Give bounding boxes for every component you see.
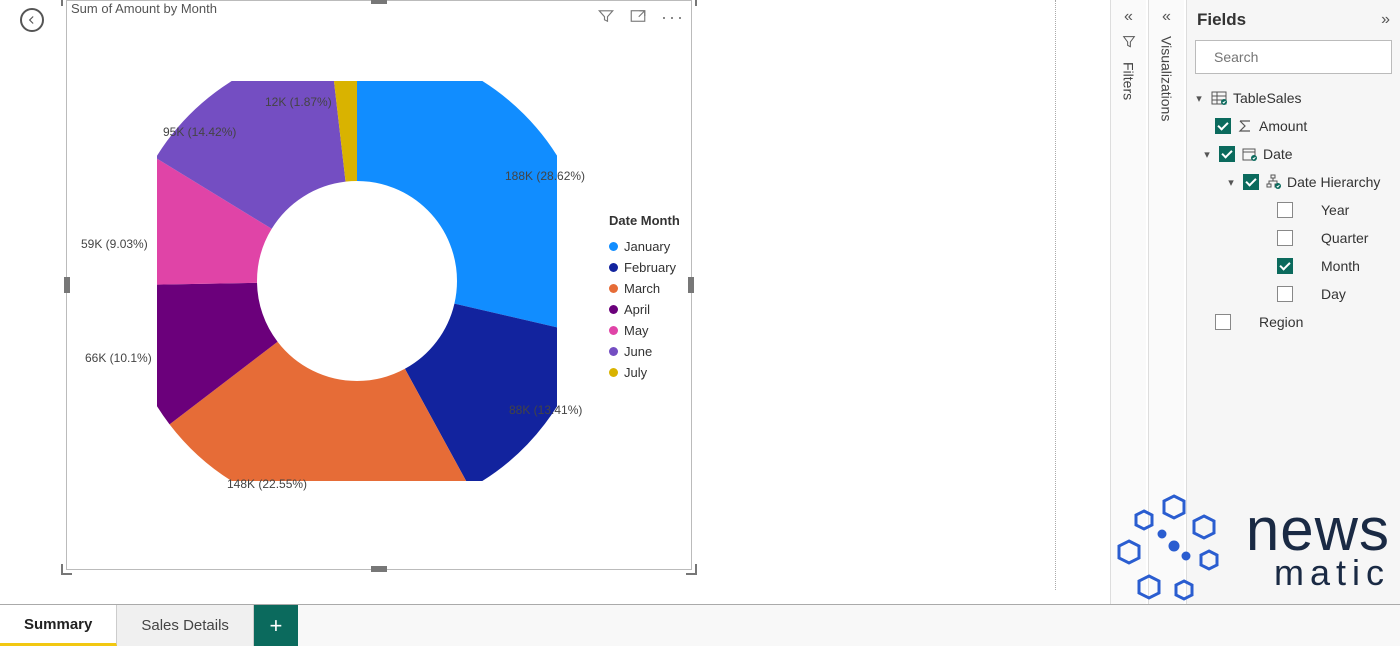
slice-label: 188K (28.62%) bbox=[505, 169, 585, 183]
slice-label: 59K (9.03%) bbox=[81, 237, 148, 251]
legend-item[interactable]: February bbox=[609, 257, 680, 278]
fields-search[interactable] bbox=[1195, 40, 1392, 74]
donut-chart[interactable] bbox=[157, 81, 557, 481]
slice-label: 95K (14.42%) bbox=[163, 125, 236, 139]
caret-down-icon[interactable]: ▾ bbox=[1225, 176, 1237, 189]
fields-tree: ▾ TableSales Amount ▾ Date ▾ Date Hierar… bbox=[1187, 84, 1400, 336]
slice-label: 66K (10.1%) bbox=[85, 351, 152, 365]
visual-toolbar: ··· bbox=[597, 7, 685, 30]
checkbox[interactable] bbox=[1277, 258, 1293, 274]
tree-field-date[interactable]: ▾ Date bbox=[1193, 140, 1400, 168]
filter-icon bbox=[1121, 34, 1137, 50]
fields-title: Fields bbox=[1197, 10, 1246, 30]
chevron-right-icon[interactable]: » bbox=[1381, 11, 1390, 29]
tree-label: Date bbox=[1263, 146, 1293, 162]
filters-label: Filters bbox=[1121, 62, 1137, 100]
tree-label: Amount bbox=[1259, 118, 1307, 134]
checkbox[interactable] bbox=[1277, 202, 1293, 218]
tree-hier-year[interactable]: Year bbox=[1193, 196, 1400, 224]
visual-title: Sum of Amount by Month bbox=[71, 1, 217, 16]
legend-label: July bbox=[624, 365, 647, 380]
slice-label: 12K (1.87%) bbox=[265, 95, 332, 109]
filter-icon[interactable] bbox=[597, 7, 615, 30]
legend-swatch bbox=[609, 305, 618, 314]
legend-swatch bbox=[609, 368, 618, 377]
legend-swatch bbox=[609, 263, 618, 272]
sigma-icon bbox=[1237, 118, 1253, 134]
tree-label: Region bbox=[1259, 314, 1303, 330]
tree-label: Quarter bbox=[1321, 230, 1368, 246]
legend-swatch bbox=[609, 326, 618, 335]
tree-label: Date Hierarchy bbox=[1287, 174, 1380, 190]
chart-legend: Date Month January February March April May J… bbox=[609, 213, 680, 383]
slice-label: 148K (22.55%) bbox=[227, 477, 307, 491]
legend-swatch bbox=[609, 284, 618, 293]
hierarchy-icon bbox=[1265, 174, 1281, 190]
legend-item[interactable]: April bbox=[609, 299, 680, 320]
tree-label: Year bbox=[1321, 202, 1349, 218]
chevron-left-icon[interactable]: « bbox=[1149, 8, 1184, 26]
fields-pane[interactable]: Fields » ▾ TableSales Amount ▾ Date ▾ Da… bbox=[1186, 0, 1400, 604]
tree-hier-month[interactable]: Month bbox=[1193, 252, 1400, 280]
tree-label: TableSales bbox=[1233, 90, 1302, 106]
checkbox[interactable] bbox=[1277, 286, 1293, 302]
slice-label: 88K (13.41%) bbox=[509, 403, 582, 417]
legend-item[interactable]: July bbox=[609, 362, 680, 383]
tree-date-hierarchy[interactable]: ▾ Date Hierarchy bbox=[1193, 168, 1400, 196]
checkbox[interactable] bbox=[1215, 118, 1231, 134]
more-options-icon[interactable]: ··· bbox=[661, 10, 685, 28]
legend-item[interactable]: March bbox=[609, 278, 680, 299]
report-canvas[interactable]: Sum of Amount by Month ··· 188K (28.62%)… bbox=[0, 0, 1060, 596]
legend-item[interactable]: June bbox=[609, 341, 680, 362]
legend-label: May bbox=[624, 323, 649, 338]
visualizations-pane-collapsed[interactable]: « Visualizations bbox=[1148, 0, 1184, 604]
donut-visual-frame[interactable]: Sum of Amount by Month ··· 188K (28.62%)… bbox=[66, 0, 692, 570]
checkbox[interactable] bbox=[1215, 314, 1231, 330]
tree-label: Month bbox=[1321, 258, 1360, 274]
legend-label: January bbox=[624, 239, 670, 254]
tree-hier-day[interactable]: Day bbox=[1193, 280, 1400, 308]
legend-swatch bbox=[609, 242, 618, 251]
legend-swatch bbox=[609, 347, 618, 356]
checkbox[interactable] bbox=[1243, 174, 1259, 190]
table-icon bbox=[1211, 90, 1227, 106]
tree-label: Day bbox=[1321, 286, 1346, 302]
add-page-button[interactable]: + bbox=[254, 605, 298, 646]
tree-field-amount[interactable]: Amount bbox=[1193, 112, 1400, 140]
legend-label: March bbox=[624, 281, 660, 296]
checkbox[interactable] bbox=[1219, 146, 1235, 162]
legend-label: April bbox=[624, 302, 650, 317]
tree-table-tablesales[interactable]: ▾ TableSales bbox=[1193, 84, 1400, 112]
legend-label: February bbox=[624, 260, 676, 275]
focus-mode-icon[interactable] bbox=[629, 7, 647, 30]
page-tab-bar: Summary Sales Details + bbox=[0, 604, 1400, 646]
legend-label: June bbox=[624, 344, 652, 359]
fields-search-input[interactable] bbox=[1212, 48, 1397, 66]
visualizations-label: Visualizations bbox=[1159, 36, 1175, 121]
calendar-icon bbox=[1241, 146, 1257, 162]
page-tab-summary[interactable]: Summary bbox=[0, 605, 117, 646]
legend-item[interactable]: January bbox=[609, 236, 680, 257]
page-tab-sales-details[interactable]: Sales Details bbox=[117, 605, 254, 646]
legend-title: Date Month bbox=[609, 213, 680, 228]
filters-pane-collapsed[interactable]: « Filters bbox=[1110, 0, 1146, 604]
chevron-left-icon[interactable]: « bbox=[1111, 8, 1146, 26]
tree-field-region[interactable]: Region bbox=[1193, 308, 1400, 336]
caret-down-icon[interactable]: ▾ bbox=[1201, 148, 1213, 161]
checkbox[interactable] bbox=[1277, 230, 1293, 246]
caret-down-icon[interactable]: ▾ bbox=[1193, 92, 1205, 105]
tree-hier-quarter[interactable]: Quarter bbox=[1193, 224, 1400, 252]
legend-item[interactable]: May bbox=[609, 320, 680, 341]
